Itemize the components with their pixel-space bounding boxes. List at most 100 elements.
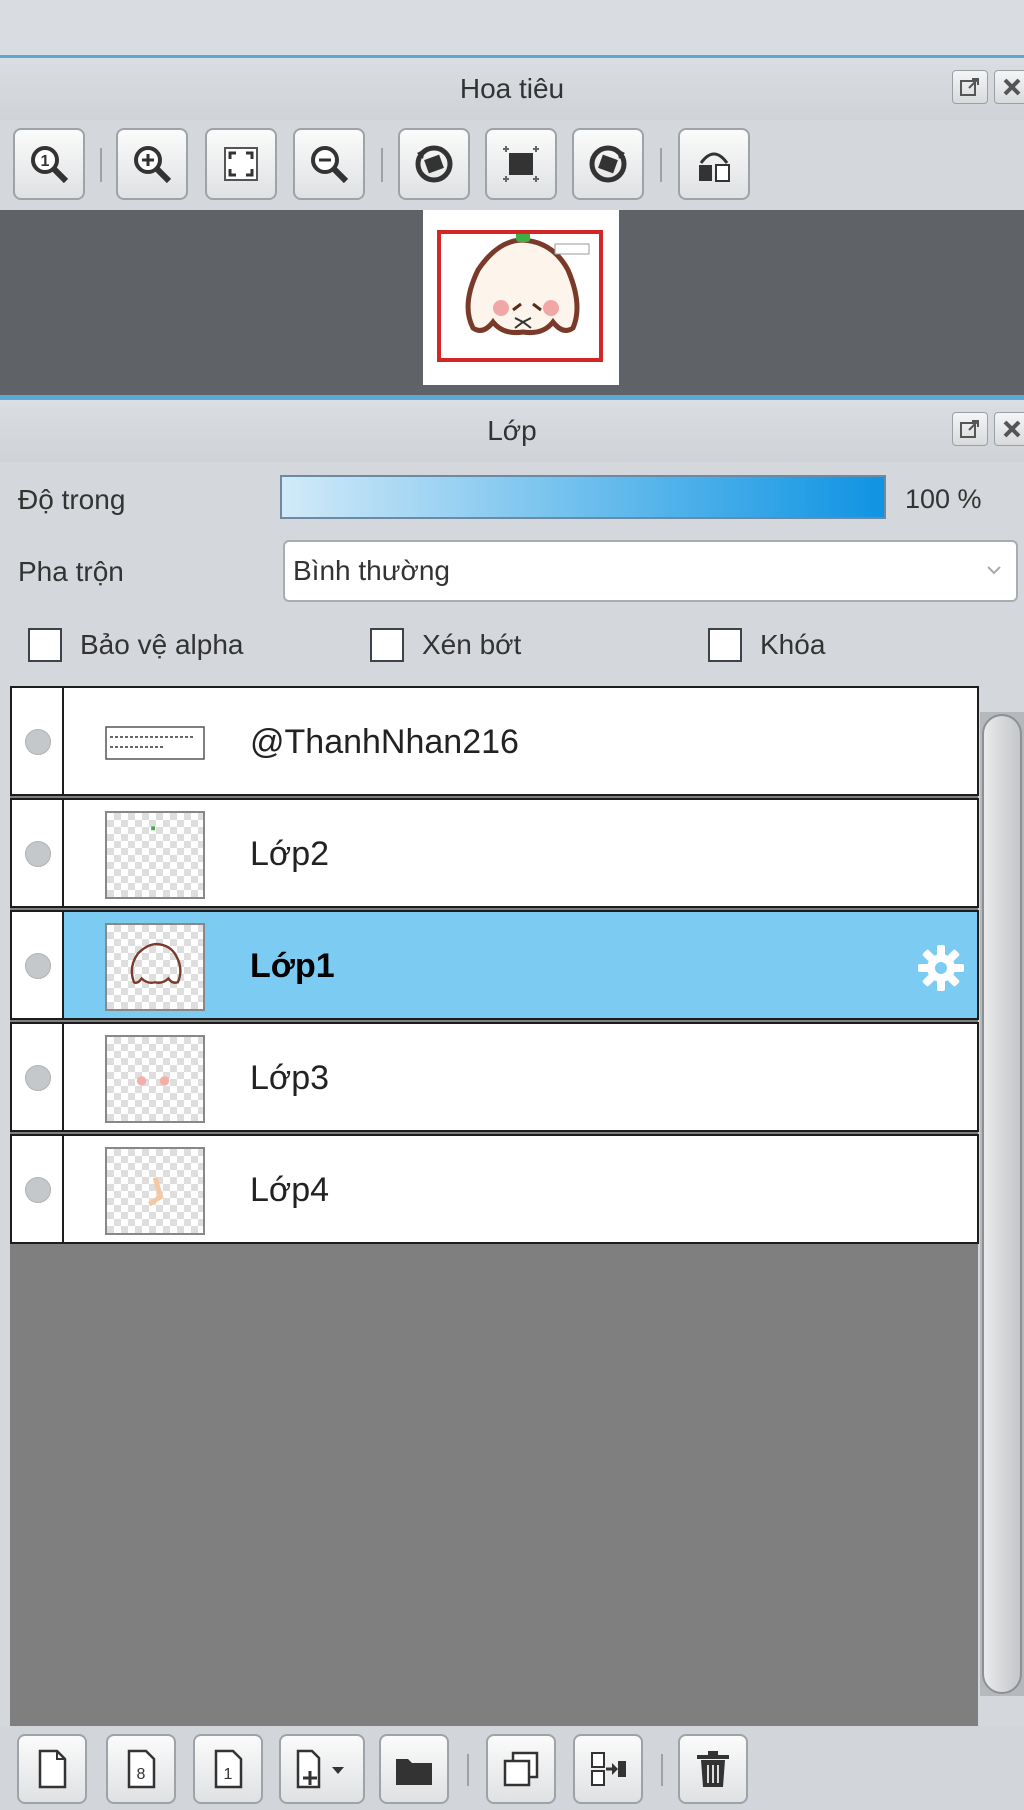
top-strip [0, 0, 1024, 58]
navigator-panel-header: Hoa tiêu [0, 58, 1024, 120]
float-panel-button[interactable] [952, 70, 988, 104]
fit-to-window-icon [224, 147, 258, 181]
new-layer-button[interactable] [17, 1734, 87, 1804]
navigator-title: Hoa tiêu [459, 73, 565, 104]
scrollbar-thumb[interactable] [982, 714, 1022, 1694]
opacity-slider[interactable] [280, 475, 886, 519]
opacity-label: Độ trong [18, 484, 126, 515]
toolbar-separator [100, 148, 102, 182]
layer-name: Lớp2 [250, 835, 330, 873]
add-layer-dropdown-button[interactable] [279, 1734, 365, 1804]
layers-panel-header: Lớp [0, 400, 1024, 462]
blend-mode-value: Bình thường [293, 555, 450, 586]
toolbar-separator [467, 1754, 469, 1786]
float-window-icon [960, 420, 979, 438]
rotate-left-button[interactable] [398, 128, 470, 200]
merge-down-icon [591, 1752, 626, 1786]
checkbox-box[interactable] [708, 628, 742, 662]
blend-mode-label: Pha trộn [18, 556, 124, 587]
layer-thumbnail [105, 811, 205, 899]
layer-row-thanhnhan216[interactable]: @ThanhNhan216 [10, 686, 979, 796]
checkbox-box[interactable] [28, 628, 62, 662]
duplicate-layer-button[interactable] [486, 1734, 556, 1804]
navigator-canvas-thumbnail [423, 210, 619, 385]
flip-horizontal-icon [699, 152, 730, 182]
svg-text:1: 1 [41, 153, 50, 170]
new-folder-button[interactable] [379, 1734, 449, 1804]
navigator-preview[interactable] [0, 210, 1024, 395]
visibility-toggle-icon[interactable] [25, 953, 51, 979]
layer-name: Lớp1 [250, 947, 335, 985]
chevron-down-icon [987, 566, 1001, 575]
layer4-thumbnail-content [147, 1176, 164, 1207]
zoom-in-icon [134, 146, 172, 184]
close-panel-button[interactable] [994, 70, 1024, 104]
clipping-label: Xén bớt [422, 629, 522, 660]
delete-layer-button[interactable] [678, 1734, 748, 1804]
layer3-thumbnail-content [136, 1076, 170, 1086]
text-layer-thumbnail [105, 726, 205, 760]
new-folder-icon [396, 1759, 432, 1785]
float-panel-button[interactable] [952, 412, 988, 446]
toolbar-separator [381, 148, 383, 182]
merge-down-button[interactable] [573, 1734, 643, 1804]
layer-thumbnail [105, 923, 205, 1011]
visibility-toggle-icon[interactable] [25, 1177, 51, 1203]
new-8bit-layer-icon: 8 [127, 1749, 156, 1789]
layer-name: Lớp4 [250, 1171, 330, 1209]
layer-row-lop2[interactable]: Lớp2 [10, 798, 979, 908]
layer-thumbnail [105, 699, 205, 787]
new-1bit-layer-icon: 1 [214, 1749, 243, 1789]
layer-row-lop3[interactable]: Lớp3 [10, 1022, 979, 1132]
svg-text:1: 1 [224, 1766, 233, 1783]
visibility-cell[interactable] [12, 912, 64, 1018]
zoom-actual-button[interactable]: 1 [13, 128, 85, 200]
visibility-cell[interactable] [12, 1136, 64, 1242]
reset-view-icon [503, 146, 539, 182]
fit-to-window-button[interactable] [205, 128, 277, 200]
reset-view-button[interactable] [485, 128, 557, 200]
layer-row-lop4[interactable]: Lớp4 [10, 1134, 979, 1244]
visibility-toggle-icon[interactable] [25, 1065, 51, 1091]
protect-alpha-label: Bảo vệ alpha [80, 629, 244, 660]
layer-row-lop1[interactable]: Lớp1 [10, 910, 979, 1020]
zoom-in-button[interactable] [116, 128, 188, 200]
svg-text:8: 8 [137, 1766, 146, 1783]
close-panel-button[interactable] [994, 412, 1024, 446]
rotate-right-button[interactable] [572, 128, 644, 200]
visibility-cell[interactable] [12, 688, 64, 794]
layer2-thumbnail-content [151, 826, 155, 831]
layer-name: @ThanhNhan216 [250, 723, 519, 761]
clipping-checkbox[interactable]: Xén bớt [370, 628, 521, 662]
zoom-out-icon [311, 146, 349, 184]
blend-mode-select[interactable]: Bình thường [283, 540, 1018, 602]
new-8bit-layer-button[interactable]: 8 [106, 1734, 176, 1804]
layer-name: Lớp3 [250, 1059, 330, 1097]
rotate-left-icon [415, 145, 453, 183]
zoom-out-button[interactable] [293, 128, 365, 200]
layer-thumbnail [105, 1147, 205, 1235]
duplicate-layer-icon [503, 1751, 539, 1787]
zoom-actual-icon: 1 [31, 146, 69, 184]
visibility-cell[interactable] [12, 1024, 64, 1130]
protect-alpha-checkbox[interactable]: Bảo vệ alpha [28, 628, 243, 662]
toolbar-separator [661, 1754, 663, 1786]
gear-icon[interactable] [915, 942, 967, 994]
visibility-toggle-icon[interactable] [25, 841, 51, 867]
new-layer-icon [38, 1749, 67, 1789]
rotate-right-icon [589, 145, 627, 183]
lock-checkbox[interactable]: Khóa [708, 628, 825, 662]
layer1-thumbnail-content [130, 942, 182, 984]
navigator-view-frame[interactable] [437, 230, 603, 362]
checkbox-box[interactable] [370, 628, 404, 662]
visibility-toggle-icon[interactable] [25, 729, 51, 755]
layers-bottom-toolbar: 8 1 [0, 1726, 1024, 1810]
delete-layer-icon [697, 1751, 729, 1787]
lock-label: Khóa [760, 629, 826, 660]
navigator-toolbar: 1 [0, 120, 1024, 210]
visibility-cell[interactable] [12, 800, 64, 906]
close-icon [1003, 78, 1021, 96]
float-window-icon [960, 78, 979, 96]
flip-horizontal-button[interactable] [678, 128, 750, 200]
new-1bit-layer-button[interactable]: 1 [193, 1734, 263, 1804]
